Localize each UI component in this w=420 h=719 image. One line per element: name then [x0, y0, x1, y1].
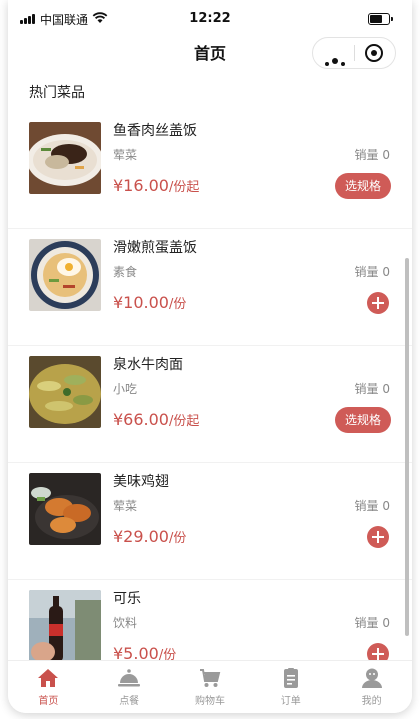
dish-category: 荤菜 — [113, 148, 138, 162]
battery-icon — [368, 13, 393, 25]
tab-bar: 首页 点餐 购物车 订单 我的 — [8, 660, 412, 713]
order-icon — [283, 668, 298, 688]
dish-image — [29, 122, 101, 194]
scrollbar[interactable] — [405, 258, 409, 636]
navigation-bar: 首页 — [8, 32, 412, 72]
dish-name: 美味鸡翅 — [113, 474, 169, 490]
dish-sales: 销量 0 — [354, 148, 390, 162]
dish-item[interactable]: 泉水牛肉面 小吃 销量 0 ¥66.00/份起 选规格 — [8, 346, 412, 463]
user-icon — [361, 668, 382, 688]
dish-category: 素食 — [113, 265, 138, 279]
dish-item[interactable]: 滑嫩煎蛋盖饭 素食 销量 0 ¥10.00/份 — [8, 229, 412, 346]
price-unit: /份起 — [168, 414, 200, 429]
dish-image — [29, 356, 101, 428]
add-to-cart-button[interactable] — [367, 526, 389, 548]
dish-price: ¥16.00/份起 — [113, 176, 199, 195]
dish-price: ¥29.00/份 — [113, 527, 186, 546]
capsule-divider — [354, 45, 355, 61]
dish-price: ¥10.00/份 — [113, 293, 186, 312]
dish-price: ¥66.00/份起 — [113, 410, 199, 429]
select-spec-button[interactable]: 选规格 — [334, 407, 391, 433]
dish-image — [29, 239, 101, 311]
dish-name: 鱼香肉丝盖饭 — [113, 123, 197, 139]
dish-name: 滑嫩煎蛋盖饭 — [113, 240, 197, 256]
price-value: ¥66.00 — [113, 410, 169, 429]
dish-category: 小吃 — [113, 382, 138, 396]
tab-home[interactable]: 首页 — [8, 661, 89, 713]
dish-name: 泉水牛肉面 — [113, 357, 183, 373]
select-spec-button[interactable]: 选规格 — [334, 173, 391, 199]
cart-icon — [199, 669, 221, 687]
mini-program-capsule — [312, 37, 396, 69]
tab-orders[interactable]: 订单 — [250, 661, 331, 713]
close-miniprogram-icon[interactable] — [365, 44, 383, 62]
dish-list: 鱼香肉丝盖饭 荤菜 销量 0 ¥16.00/份起 选规格 滑嫩煎蛋盖饭 素食 销… — [8, 112, 412, 696]
tab-profile[interactable]: 我的 — [331, 661, 412, 713]
home-icon — [38, 669, 59, 687]
dish-image — [29, 590, 101, 662]
price-value: ¥10.00 — [113, 293, 169, 312]
tab-label: 购物车 — [194, 696, 225, 707]
dish-category: 荤菜 — [113, 499, 138, 513]
dish-image — [29, 473, 101, 545]
price-unit: /份 — [168, 531, 187, 546]
price-unit: /份起 — [168, 180, 200, 195]
dish-sales: 销量 0 — [354, 499, 390, 513]
tab-label: 订单 — [280, 696, 301, 707]
phone-frame: 中国联通 12:22 首页 热门菜品 鱼香肉丝盖饭 荤菜 销量 0 ¥16.00… — [8, 0, 412, 713]
dish-cover-icon — [118, 669, 141, 687]
price-value: ¥16.00 — [113, 176, 169, 195]
tab-label: 我的 — [361, 696, 382, 707]
price-unit: /份 — [168, 297, 187, 312]
dish-name: 可乐 — [113, 591, 141, 607]
price-value: ¥29.00 — [113, 527, 169, 546]
add-to-cart-button[interactable] — [367, 292, 389, 314]
dish-category: 饮料 — [113, 616, 138, 630]
section-title: 热门菜品 — [29, 85, 85, 101]
dish-sales: 销量 0 — [354, 382, 390, 396]
dish-sales: 销量 0 — [354, 616, 390, 630]
tab-cart[interactable]: 购物车 — [170, 661, 251, 713]
dish-item[interactable]: 鱼香肉丝盖饭 荤菜 销量 0 ¥16.00/份起 选规格 — [8, 112, 412, 229]
tab-order-food[interactable]: 点餐 — [89, 661, 170, 713]
more-menu-icon[interactable] — [325, 51, 348, 70]
dish-sales: 销量 0 — [354, 265, 390, 279]
status-time: 12:22 — [189, 11, 231, 26]
dish-item[interactable]: 美味鸡翅 荤菜 销量 0 ¥29.00/份 — [8, 463, 412, 580]
tab-label: 点餐 — [119, 696, 140, 707]
tab-label: 首页 — [38, 696, 59, 707]
